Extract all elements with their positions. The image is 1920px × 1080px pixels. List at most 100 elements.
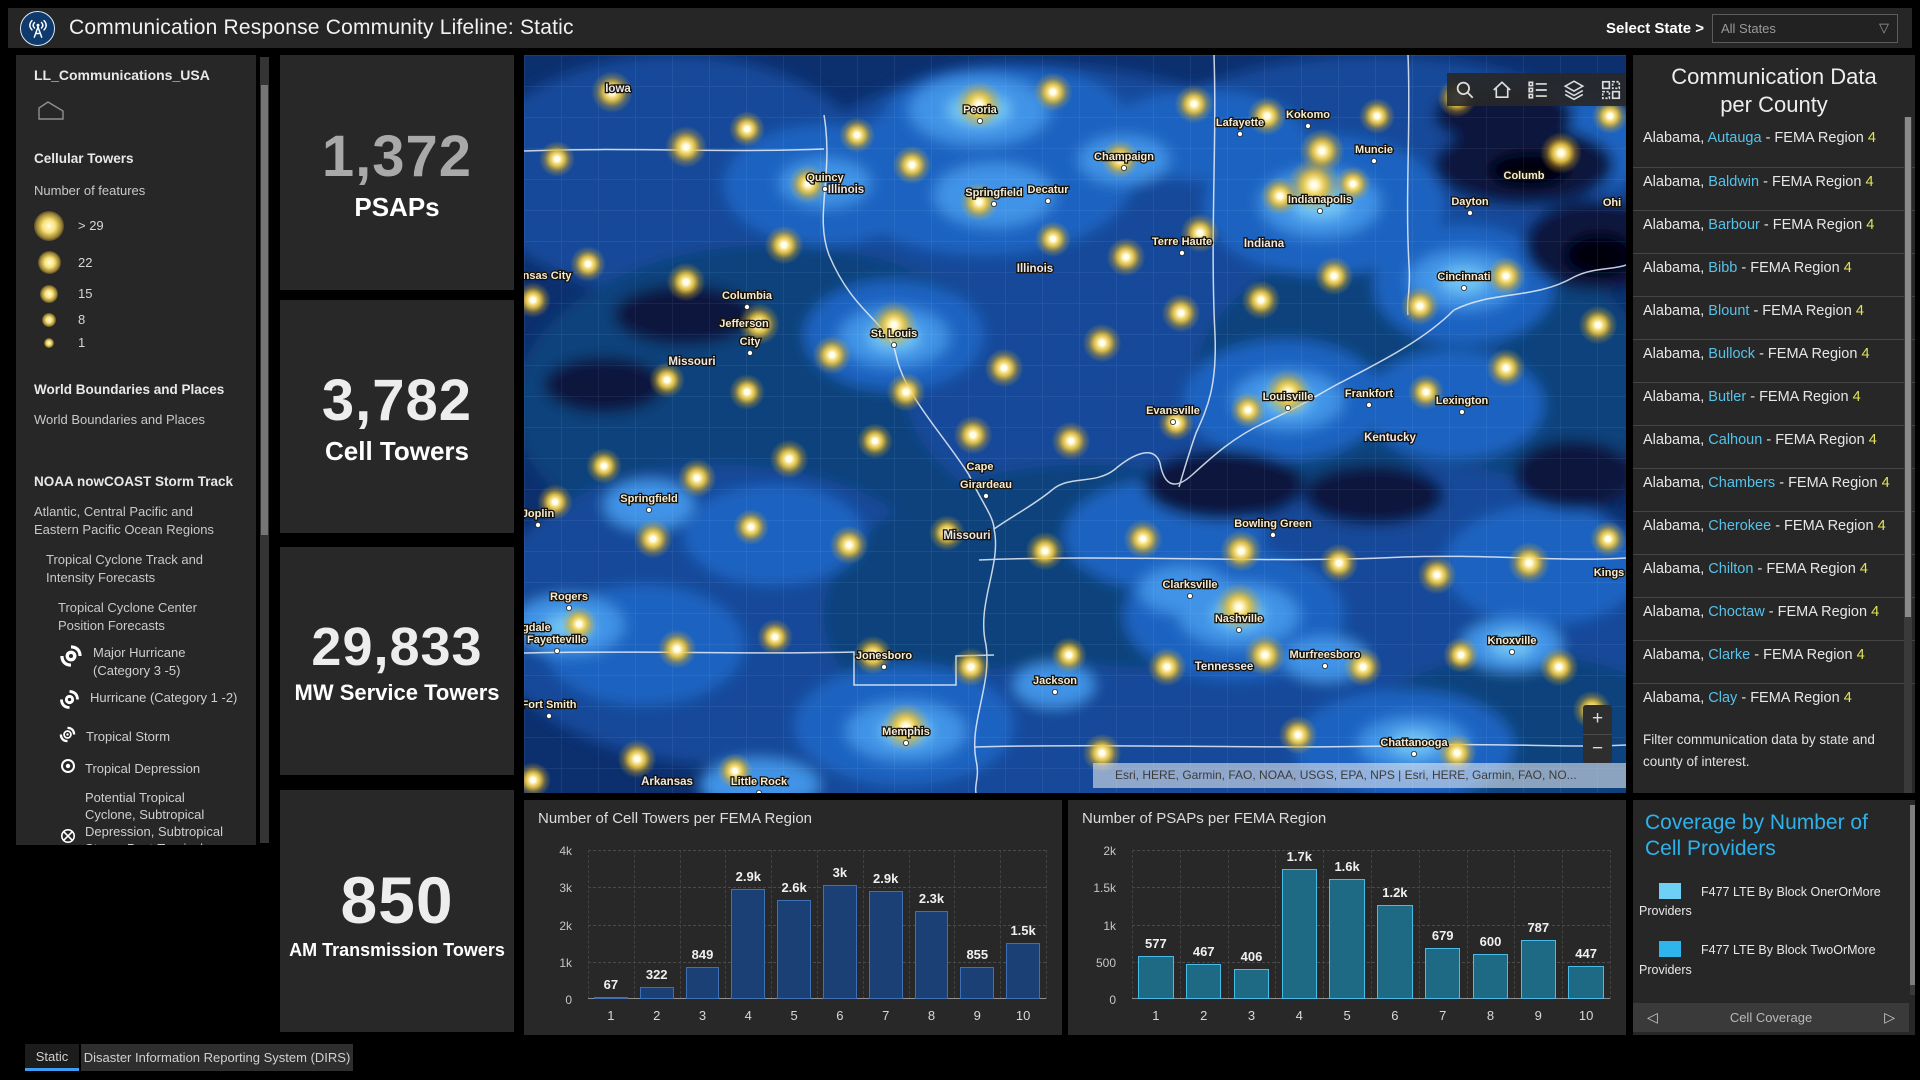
stat-card-cell-towers: 3,782 Cell Towers [280,300,514,533]
map-canvas[interactable]: IowaPeoriaLafayetteKokomoQuincyChampaign… [524,55,1626,793]
svg-text:Rogers: Rogers [550,591,588,603]
svg-text:Chattanooga: Chattanooga [1380,737,1448,749]
bar[interactable] [594,997,628,999]
bar[interactable] [1234,969,1269,999]
sidebar-scrollbar-thumb[interactable] [261,85,268,535]
bar[interactable] [731,889,765,999]
county-list-item[interactable]: Alabama, Bibb - FEMA Region 4 [1633,253,1915,296]
bar[interactable] [777,900,811,999]
page-title: Communication Response Community Lifelin… [69,16,574,40]
county-list-item[interactable]: Alabama, Blount - FEMA Region 4 [1633,296,1915,339]
state-select-value: All States [1721,21,1776,36]
tower-dot-icon [44,338,54,348]
legend-feature-row: 15 [34,280,256,308]
legend-swatch [1659,941,1681,957]
coverage-scrollbar[interactable] [1910,805,1915,995]
county-list-scrollbar[interactable] [1904,117,1912,793]
bar-value-label: 406 [1241,949,1263,964]
map-graphic: IowaPeoriaLafayetteKokomoQuincyChampaign… [524,55,1626,793]
county-list-item[interactable]: Alabama, Cherokee - FEMA Region 4 [1633,511,1915,554]
bar[interactable] [823,885,857,999]
bar[interactable] [686,967,720,999]
bar[interactable] [640,987,674,999]
cellular-towers-heading: Cellular Towers [34,151,256,166]
svg-text:Jackson: Jackson [1033,675,1077,687]
svg-text:Little Rock: Little Rock [731,776,788,788]
layers-icon[interactable] [1563,79,1585,101]
coverage-carousel: ◁ Cell Coverage ▷ [1633,1003,1909,1032]
x-tick-label: 1 [607,1008,614,1023]
county-list-item[interactable]: Alabama, Choctaw - FEMA Region 4 [1633,597,1915,640]
svg-text:Frankfort: Frankfort [1345,388,1394,400]
zoom-in-button[interactable]: + [1583,705,1612,735]
bar-value-label: 600 [1480,934,1502,949]
svg-text:Champaign: Champaign [1094,151,1154,163]
county-list-item[interactable]: Alabama, Butler - FEMA Region 4 [1633,382,1915,425]
county-list-item[interactable]: Alabama, Baldwin - FEMA Region 4 [1633,167,1915,210]
search-icon[interactable] [1454,79,1476,101]
basemap-grid-icon[interactable] [1600,79,1622,101]
county-list-item[interactable]: Alabama, Clarke - FEMA Region 4 [1633,640,1915,683]
state-select-dropdown[interactable]: All States ▽ [1712,14,1898,43]
coverage-scrollbar-thumb[interactable] [1910,805,1915,985]
tab-static[interactable]: Static [25,1044,79,1071]
svg-text:Muncie: Muncie [1355,144,1393,156]
bar[interactable] [1282,869,1317,999]
svg-text:Springfield: Springfield [620,493,677,505]
x-tick-label: 2 [1200,1008,1207,1023]
x-tick-label: 6 [836,1008,843,1023]
county-list-scrollbar-thumb[interactable] [1905,117,1911,617]
svg-text:Indianapolis: Indianapolis [1288,194,1352,206]
svg-text:Girardeau: Girardeau [960,479,1012,491]
svg-text:Arkansas: Arkansas [641,776,693,788]
svg-text:Clarksville: Clarksville [1162,579,1217,591]
stat-label: MW Service Towers [295,680,500,706]
county-list-item[interactable]: Alabama, Barbour - FEMA Region 4 [1633,210,1915,253]
tower-dot-icon [42,313,56,327]
bar[interactable] [960,967,994,999]
coverage-panel: Coverage by Number of Cell Providers F47… [1633,800,1915,1035]
bar[interactable] [1473,954,1508,999]
home-icon[interactable] [1491,79,1513,101]
county-list-item[interactable]: Alabama, Bullock - FEMA Region 4 [1633,339,1915,382]
tab-dirs[interactable]: Disaster Information Reporting System (D… [81,1044,353,1071]
x-tick-label: 9 [974,1008,981,1023]
stat-label: AM Transmission Towers [289,940,505,961]
county-list: Alabama, Autauga - FEMA Region 4Alabama,… [1633,124,1915,726]
x-tick-label: 1 [1152,1008,1159,1023]
map-zoom-control: + − [1583,705,1612,763]
x-tick-label: 5 [790,1008,797,1023]
bar[interactable] [1377,905,1412,999]
svg-text:Bowling Green: Bowling Green [1234,518,1312,530]
x-tick-label: 8 [1487,1008,1494,1023]
bar[interactable] [915,911,949,999]
svg-text:Memphis: Memphis [882,726,930,738]
county-list-item[interactable]: Alabama, Chilton - FEMA Region 4 [1633,554,1915,597]
bar[interactable] [1329,879,1364,999]
county-list-item[interactable]: Alabama, Chambers - FEMA Region 4 [1633,468,1915,511]
bar[interactable] [1521,940,1556,999]
bar[interactable] [1138,956,1173,999]
bar[interactable] [1568,966,1603,999]
sidebar-scrollbar[interactable] [260,57,269,843]
bar[interactable] [1006,943,1040,999]
carousel-prev-icon[interactable]: ◁ [1647,1009,1658,1026]
svg-text:Knoxville: Knoxville [1488,635,1537,647]
y-tick-label: 0 [1109,993,1116,1007]
bar[interactable] [869,891,903,999]
county-list-item[interactable]: Alabama, Autauga - FEMA Region 4 [1633,124,1915,167]
chart-title: Number of Cell Towers per FEMA Region [538,810,812,827]
select-state-label: Select State > [1606,20,1704,37]
county-list-item[interactable]: Alabama, Clay - FEMA Region 4 [1633,683,1915,726]
legend-list-icon[interactable] [1527,79,1549,101]
bar[interactable] [1186,964,1221,999]
bar[interactable] [1425,948,1460,999]
county-list-item[interactable]: Alabama, Calhoun - FEMA Region 4 [1633,425,1915,468]
svg-text:Murfreesboro: Murfreesboro [1290,649,1361,661]
svg-text:Kokomo: Kokomo [1286,109,1330,121]
zoom-out-button[interactable]: − [1583,735,1612,764]
x-tick-label: 3 [699,1008,706,1023]
bar-value-label: 679 [1432,928,1454,943]
carousel-next-icon[interactable]: ▷ [1884,1009,1895,1026]
chart-title: Number of PSAPs per FEMA Region [1082,810,1326,827]
